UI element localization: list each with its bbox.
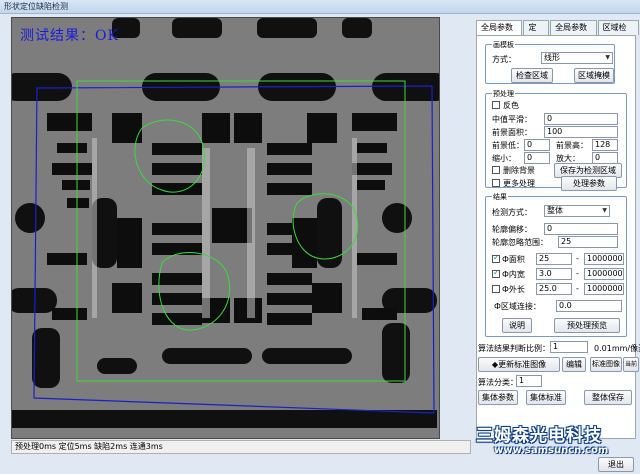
remove-bg-label: 删除背景 [503,166,535,175]
inner-width-label: Ф内宽 [502,270,525,279]
area-min-input[interactable]: 25 [536,253,572,265]
shrink-label: 缩小： [492,154,516,163]
chevron-down-icon: ▼ [602,207,607,214]
preprocess-preview-button[interactable]: 预处理预览 [554,318,620,333]
watermark-cn: 三姆森光电科技 [476,426,602,446]
result-group: 结果 检测方式： 整体 ▼ 轮廓偏移： 0 轮廓忽略范围： 25 Ф面积 25 … [485,192,627,337]
scale-label: 算法结果判断比例： [478,344,550,353]
outer-length-min-input[interactable]: 25.0 [536,283,572,295]
method-select-value: 线形 [544,53,560,62]
tab-locate[interactable]: 定位 [523,20,550,46]
method-select[interactable]: 线形 ▼ [541,52,613,64]
fg-low-label: 前景低： [492,141,524,150]
invert-label: 反色 [503,101,519,110]
outer-length-checkbox[interactable] [492,285,500,293]
contour-ignore-input[interactable]: 25 [558,236,618,248]
company-watermark: 三姆森光电科技 www.samsuncn.com [476,421,640,474]
shrink-input[interactable]: 0 [524,152,550,164]
inner-width-min-input[interactable]: 3.0 [536,268,572,280]
preprocess-group-title: 预处理 [492,89,515,99]
fg-area-label: 前景面积： [492,128,532,137]
update-std-image-button[interactable]: ◆更新标准图像 [478,357,560,372]
detect-mode-select[interactable]: 整体 ▼ [544,205,610,217]
range-separator: - [576,284,579,293]
inner-width-max-input[interactable]: 1000000 [584,268,624,280]
process-params-button[interactable]: 处理参数 [561,176,617,191]
image-viewer[interactable]: 测试结果：OK [11,17,440,439]
contour-offset-label: 轮廓偏移： [492,225,532,234]
area-label: Ф面积 [502,255,525,264]
fg-high-label: 前景高： [556,141,588,150]
result-text: 测试结果：OK [20,28,119,44]
range-separator: - [576,254,579,263]
detect-mode-label: 检测方式： [492,208,532,217]
region-connect-label: Ф区域连接： [494,302,541,311]
template-group-title: 画模板 [492,40,515,50]
chevron-down-icon: ▼ [605,54,610,61]
outer-length-max-input[interactable]: 1000000 [584,283,624,295]
algo-split-label: 算法分类： [478,378,518,387]
tab-region-detect[interactable]: 区域检测 [597,20,639,46]
watermark-url: www.samsuncn.com [494,445,609,456]
edit-button[interactable]: 编辑 [562,357,586,372]
check-region-button[interactable]: 检查区域 [511,68,553,83]
preprocess-group: 预处理 反色 中值平滑： 0 前景面积： 100 前景低： 0 前景高： 128… [485,89,627,191]
save-all-button[interactable]: 整体保存 [584,390,632,405]
fg-high-input[interactable]: 128 [592,139,618,151]
remove-bg-checkbox[interactable] [492,166,500,174]
region-mask-button[interactable]: 区域掩模 [574,68,614,83]
tab-global-params-1[interactable]: 全局参数1 [476,20,523,46]
algo-split-input[interactable]: 1 [516,375,542,387]
result-group-title: 结果 [492,192,508,202]
more-process-checkbox[interactable] [492,179,500,187]
collect-params-button[interactable]: 集体参数 [478,390,518,405]
explain-button[interactable]: 说明 [502,318,532,333]
area-checkbox[interactable] [492,253,500,263]
inspection-image [12,18,439,438]
region-connect-input[interactable]: 0.0 [556,300,622,312]
median-label: 中值平滑： [492,115,532,124]
range-separator: - [576,269,579,278]
scale-input[interactable]: 1 [550,341,588,353]
contour-ignore-label: 轮廓忽略范围： [492,238,548,247]
more-process-label: 更多处理 [503,179,535,188]
template-group: 画模板 方式： 线形 ▼ 检查区域 区域掩模 [485,40,615,84]
detect-mode-value: 整体 [547,206,563,215]
fg-low-input[interactable]: 0 [524,139,550,151]
window-title: 形状定位缺陷检测 [0,0,640,14]
area-max-input[interactable]: 1000000 [584,253,624,265]
contour-offset-input[interactable]: 0 [544,223,618,235]
current-image-button[interactable]: 当前图像 [623,357,639,372]
fg-area-input[interactable]: 100 [544,126,618,138]
invert-checkbox[interactable] [492,101,500,109]
std-image-button[interactable]: 标准图像 [590,357,622,372]
outer-length-label: Ф外长 [502,285,525,294]
tab-bar: 全局参数1 定位 全局参数2 区域检测 [476,20,640,46]
method-label: 方式： [492,55,516,64]
inner-width-checkbox[interactable] [492,268,500,278]
scale-unit: 0.01mm/像素 [594,344,640,353]
collect-std-button[interactable]: 集体标准 [526,390,566,405]
median-input[interactable]: 0 [544,113,618,125]
status-bar: 预处理0ms 定位5ms 缺陷2ms 连通3ms [11,440,471,454]
tab-global-params-2[interactable]: 全局参数2 [550,20,597,46]
